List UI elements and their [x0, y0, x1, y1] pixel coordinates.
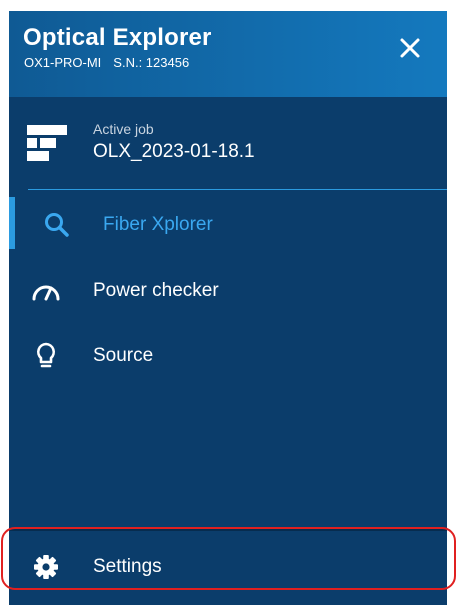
gauge-icon — [32, 285, 60, 301]
menu-header: Optical Explorer OX1-PRO-MI S.N.: 123456 — [9, 11, 447, 97]
nav-item-label: Settings — [93, 556, 162, 577]
close-button[interactable] — [395, 33, 425, 63]
divider — [9, 529, 447, 531]
gear-icon — [34, 555, 58, 579]
side-menu-panel: Optical Explorer OX1-PRO-MI S.N.: 123456 … — [9, 11, 447, 605]
divider — [28, 189, 447, 190]
settings-section: Settings — [9, 529, 447, 605]
device-info: OX1-PRO-MI S.N.: 123456 — [24, 55, 189, 70]
app-title: Optical Explorer — [23, 24, 212, 51]
active-indicator — [9, 197, 15, 249]
nav-item-fiber-xplorer[interactable]: Fiber Xplorer — [9, 197, 447, 253]
device-model: OX1-PRO-MI — [24, 55, 102, 70]
nav-item-settings[interactable]: Settings — [9, 539, 447, 595]
search-icon — [45, 213, 69, 237]
job-list-icon — [27, 125, 67, 161]
close-icon — [400, 38, 420, 58]
nav-item-power-checker[interactable]: Power checker — [9, 263, 447, 319]
nav-item-label: Power checker — [93, 280, 219, 301]
active-job-caption: Active job — [93, 121, 154, 137]
lightbulb-icon — [37, 342, 55, 368]
nav-item-source[interactable]: Source — [9, 328, 447, 384]
device-serial: S.N.: 123456 — [113, 55, 190, 70]
active-job[interactable]: Active job OLX_2023-01-18.1 — [9, 97, 447, 189]
nav-item-label: Source — [93, 345, 154, 366]
active-job-name: OLX_2023-01-18.1 — [93, 141, 255, 162]
nav-item-label: Fiber Xplorer — [103, 214, 213, 235]
